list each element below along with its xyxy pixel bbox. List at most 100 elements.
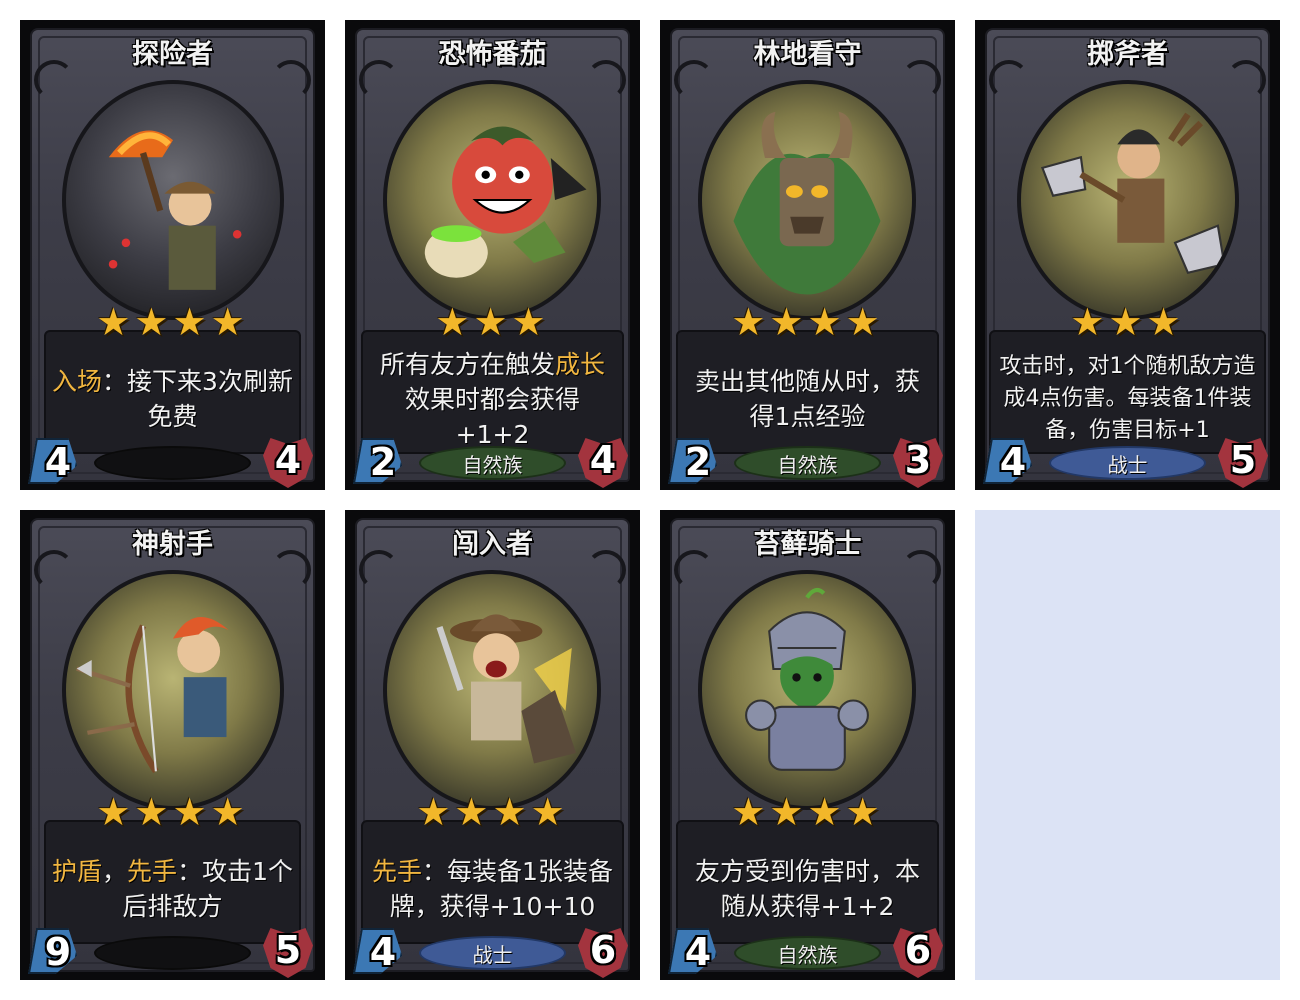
star-icon: ★ <box>845 790 884 834</box>
star-icon: ★ <box>845 300 884 344</box>
keyword-text: 入场 <box>52 367 103 396</box>
axe-thrower-portrait-icon <box>1040 112 1226 275</box>
star-icon: ★ <box>172 300 211 344</box>
star-icon: ★ <box>172 790 211 834</box>
star-icon: ★ <box>1070 300 1109 344</box>
description-text: 友方受到伤害时，本随从获得+1+2 <box>694 857 920 921</box>
health-value: 5 <box>1229 438 1257 482</box>
attack-value: 4 <box>369 930 397 974</box>
star-rating: ★★★ <box>345 302 640 342</box>
description-text: ， <box>102 857 128 886</box>
star-icon: ★ <box>96 300 135 344</box>
health-shield: 5 <box>261 926 315 978</box>
card-moss-knight[interactable]: 苔藓骑士 ★★★★ 友方受到伤害时，本随从获得+1+2 4 6 自然族 <box>660 510 955 980</box>
star-rating: ★★★★ <box>20 792 325 832</box>
attack-value: 9 <box>44 930 72 974</box>
card-title: 探险者 <box>132 39 213 70</box>
attack-gem: 2 <box>672 438 724 488</box>
card-portrait <box>383 80 601 320</box>
star-icon: ★ <box>731 790 770 834</box>
star-icon: ★ <box>769 300 808 344</box>
card-portrait <box>698 570 916 810</box>
health-shield: 4 <box>576 436 630 488</box>
star-icon: ★ <box>454 790 493 834</box>
tomato-portrait-icon <box>424 126 587 278</box>
empty-card-slot <box>975 510 1280 980</box>
card-description: 攻击时，对1个随机敌方造成4点伤害。每装备1件装备，伤害目标+1 <box>997 351 1258 447</box>
card-intruder[interactable]: 闯入者 ★★★★ 先手：每装备1张装备牌，获得+10+10 4 6 战士 <box>345 510 640 980</box>
tribe-badge: 战士 <box>419 936 566 970</box>
attack-value: 4 <box>44 440 72 484</box>
tribe-badge: 自然族 <box>734 446 881 480</box>
tribe-badge <box>94 446 251 480</box>
star-icon: ★ <box>807 300 846 344</box>
health-value: 6 <box>904 928 932 972</box>
card-description: 先手：每装备1张装备牌，获得+10+10 <box>369 854 616 924</box>
star-rating: ★★★★ <box>20 302 325 342</box>
star-icon: ★ <box>1146 300 1185 344</box>
card-title: 神射手 <box>132 529 213 560</box>
keyword-text: 成长 <box>555 349 606 379</box>
health-shield: 6 <box>891 926 945 978</box>
health-value: 4 <box>589 438 617 482</box>
health-shield: 3 <box>891 436 945 488</box>
moss-knight-portrait-icon <box>745 587 869 771</box>
star-icon: ★ <box>1108 300 1147 344</box>
tribe-badge: 自然族 <box>419 446 566 480</box>
keyword-text: 先手 <box>372 857 423 886</box>
card-description: 护盾，先手：攻击1个后排敌方 <box>52 854 293 924</box>
card-marksman[interactable]: 神射手 ★★★★ 护盾，先手：攻击1个后排敌方 9 5 <box>20 510 325 980</box>
attack-gem: 4 <box>32 438 84 488</box>
health-shield: 4 <box>261 436 315 488</box>
tribe-badge: 自然族 <box>734 936 881 970</box>
tribe-badge <box>94 936 251 970</box>
star-rating: ★★★ <box>975 302 1280 342</box>
keyword-text: 护盾 <box>52 857 103 886</box>
card-horror-tomato[interactable]: 恐怖番茄 ★★★ 所有友方在触发成长效果时都会获得+1+2 2 4 自然族 <box>345 20 640 490</box>
star-icon: ★ <box>416 790 455 834</box>
attack-gem: 4 <box>357 928 409 978</box>
description-text: 卖出其他随从时，获得1点经验 <box>694 367 920 431</box>
star-icon: ★ <box>807 790 846 834</box>
card-woodland-warden[interactable]: 林地看守 ★★★★ 卖出其他随从时，获得1点经验 2 3 自然族 <box>660 20 955 490</box>
attack-gem: 2 <box>357 438 409 488</box>
card-description: 友方受到伤害时，本随从获得+1+2 <box>684 854 931 924</box>
attack-gem: 9 <box>32 928 84 978</box>
star-icon: ★ <box>134 300 173 344</box>
health-value: 5 <box>274 928 302 972</box>
attack-value: 2 <box>684 440 712 484</box>
star-icon: ★ <box>492 790 531 834</box>
star-rating: ★★★★ <box>660 792 955 832</box>
intruder-portrait-icon <box>436 614 576 764</box>
card-title: 林地看守 <box>753 39 862 70</box>
card-portrait <box>62 80 284 320</box>
attack-value: 4 <box>999 440 1027 484</box>
card-portrait <box>383 570 601 810</box>
card-description: 卖出其他随从时，获得1点经验 <box>684 364 931 434</box>
card-title: 掷斧者 <box>1087 39 1168 70</box>
card-portrait <box>698 80 916 320</box>
star-icon: ★ <box>134 790 173 834</box>
card-title: 苔藓骑士 <box>753 529 862 560</box>
star-icon: ★ <box>96 790 135 834</box>
star-icon: ★ <box>530 790 569 834</box>
description-text: ：接下来3次刷新免费 <box>102 367 293 431</box>
star-icon: ★ <box>435 300 474 344</box>
health-value: 3 <box>904 438 932 482</box>
description-text: ：每装备1张装备牌，获得+10+10 <box>389 857 613 921</box>
card-description: 入场：接下来3次刷新免费 <box>52 364 293 434</box>
card-axe-thrower[interactable]: 掷斧者 ★★★ 攻击时，对1个随机敌方造成4点伤害。每装备1件装备，伤害目标+1… <box>975 20 1280 490</box>
star-icon: ★ <box>731 300 770 344</box>
description-text: 所有友方在触发 <box>379 349 555 379</box>
star-icon: ★ <box>210 790 249 834</box>
explorer-portrait-icon <box>108 130 242 290</box>
card-portrait <box>62 570 284 810</box>
card-explorer[interactable]: 探险者 ★★★★ 入场：接下来3次刷新免费 4 4 <box>20 20 325 490</box>
star-icon: ★ <box>511 300 550 344</box>
description-text: 攻击时，对1个随机敌方造成4点伤害。每装备1件装备，伤害目标+1 <box>999 354 1256 443</box>
star-icon: ★ <box>769 790 808 834</box>
card-portrait <box>1017 80 1239 320</box>
star-rating: ★★★★ <box>345 792 640 832</box>
attack-value: 4 <box>684 930 712 974</box>
star-rating: ★★★★ <box>660 302 955 342</box>
